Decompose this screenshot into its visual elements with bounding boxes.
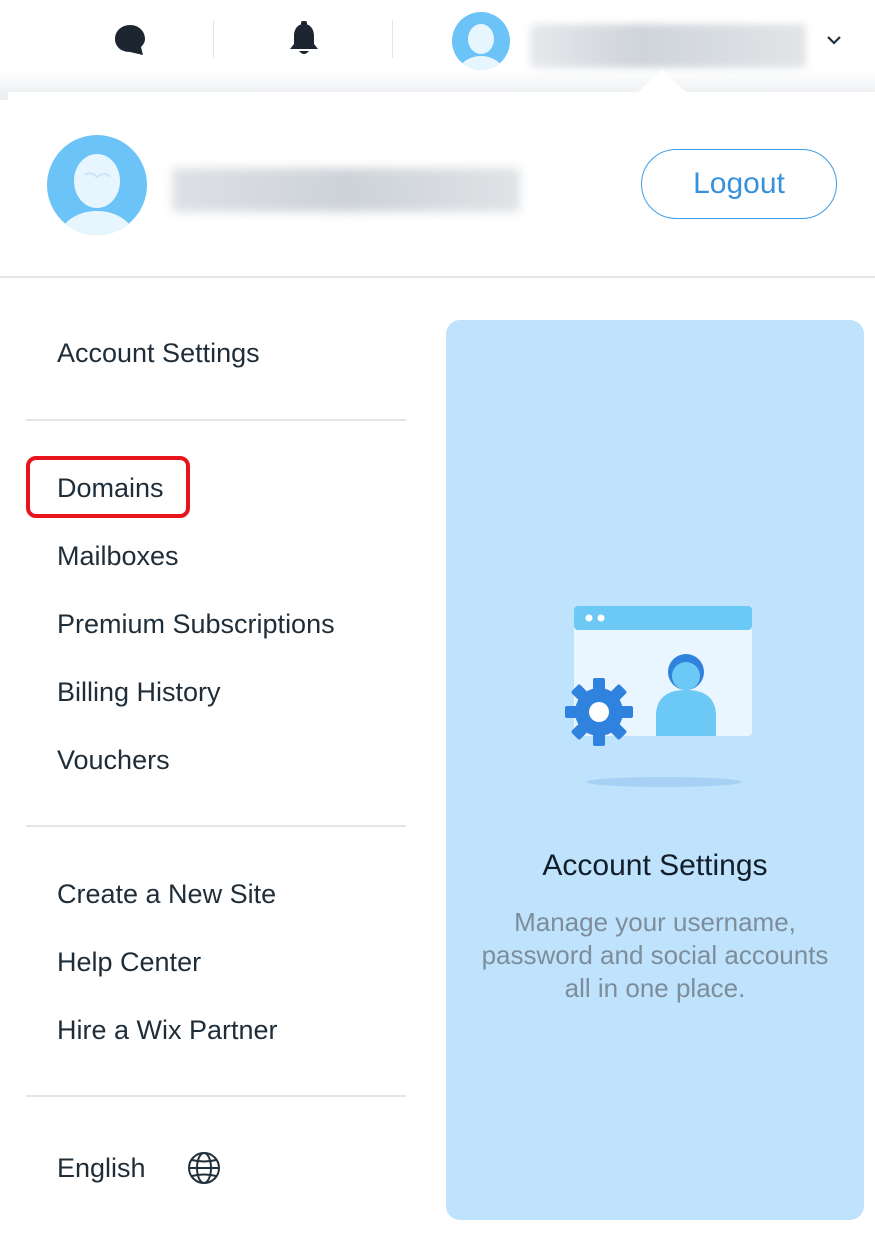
- top-bar: [0, 0, 875, 100]
- menu-item-mailboxes[interactable]: Mailboxes: [57, 539, 179, 573]
- promo-title: Account Settings: [542, 849, 768, 882]
- toolbar-separator: [392, 20, 393, 58]
- account-settings-illustration: [565, 606, 752, 787]
- menu-item-create-new-site[interactable]: Create a New Site: [57, 877, 276, 911]
- menu-divider: [26, 825, 406, 827]
- language-label[interactable]: English: [57, 1151, 146, 1185]
- menu-item-vouchers[interactable]: Vouchers: [57, 743, 170, 777]
- chevron-down-icon[interactable]: [822, 30, 846, 50]
- chat-icon[interactable]: [112, 22, 148, 58]
- menu-divider: [26, 419, 406, 421]
- header-divider: [0, 276, 875, 278]
- menu-item-premium-subscriptions[interactable]: Premium Subscriptions: [57, 607, 335, 641]
- top-username-redacted[interactable]: [530, 24, 806, 68]
- dropdown-caret: [638, 70, 686, 92]
- avatar: [47, 135, 147, 235]
- menu-item-help-center[interactable]: Help Center: [57, 945, 201, 979]
- menu-divider: [26, 1095, 406, 1097]
- menu-item-hire-wix-partner[interactable]: Hire a Wix Partner: [57, 1013, 278, 1047]
- avatar[interactable]: [452, 12, 510, 70]
- menu-item-billing-history[interactable]: Billing History: [57, 675, 221, 709]
- toolbar-separator: [213, 20, 214, 58]
- account-settings-card: Account Settings Manage your username, p…: [446, 320, 864, 1220]
- globe-icon[interactable]: [186, 1150, 222, 1186]
- logout-button[interactable]: Logout: [641, 149, 837, 219]
- header-username-redacted: [172, 168, 520, 212]
- menu-item-account-settings[interactable]: Account Settings: [57, 336, 260, 370]
- promo-description: Manage your username, password and socia…: [481, 907, 829, 1003]
- bell-icon[interactable]: [286, 20, 322, 58]
- language-selector[interactable]: English: [57, 1150, 222, 1186]
- menu-item-domains[interactable]: Domains: [57, 471, 164, 505]
